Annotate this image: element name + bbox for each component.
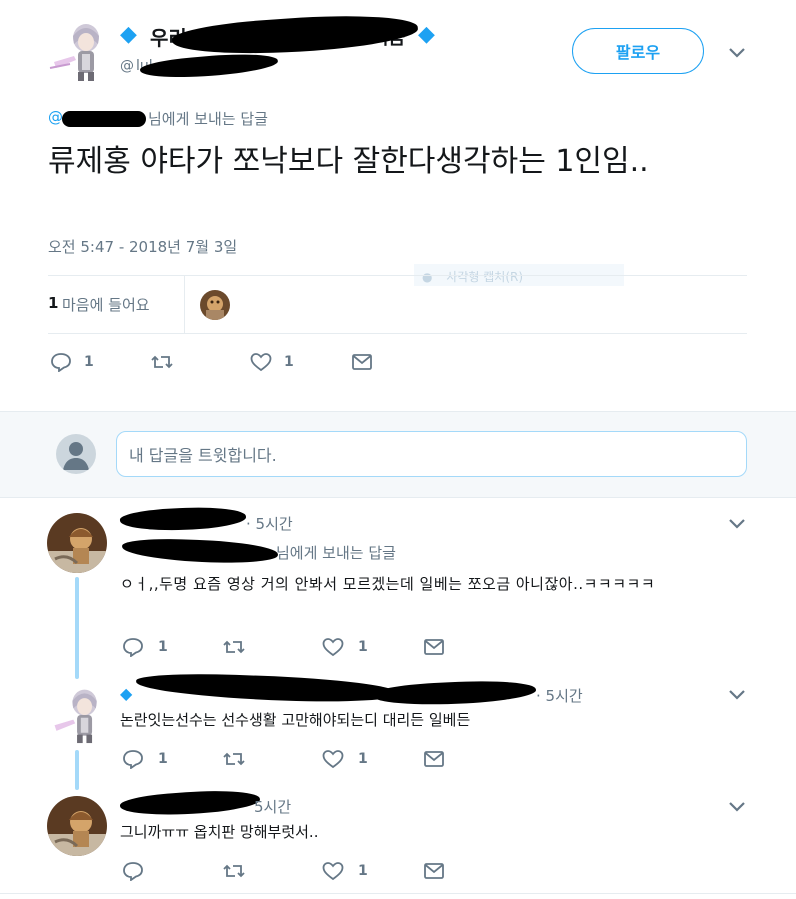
reply-icon (123, 862, 143, 881)
message-button[interactable] (423, 638, 445, 656)
redaction (121, 537, 279, 565)
retweet-button[interactable] (222, 637, 246, 657)
thread-line (75, 750, 79, 790)
chevron-down-icon[interactable] (727, 800, 747, 814)
tweet-timestamp[interactable]: 오전 5:47 - 2018년 7월 3일 (48, 236, 237, 257)
message-icon (424, 863, 444, 879)
divider (48, 275, 747, 276)
reply-text: 논란잇는선수는 선수생활 고만해야되는디 대리든 일베든 (120, 711, 471, 729)
retweet-icon (151, 355, 173, 369)
redaction (119, 787, 261, 819)
gem-icon: ◆ (120, 684, 133, 703)
reply-time[interactable]: · 5시간 (536, 685, 583, 706)
like-button[interactable]: 1 (250, 352, 294, 372)
reply-input[interactable]: 내 답글을 트윗합니다. (116, 431, 747, 477)
reply-button[interactable] (122, 861, 158, 881)
reply-button[interactable]: 1 (122, 637, 168, 657)
reply-to-suffix: 님에게 보내는 답글 (148, 110, 268, 128)
reply-avatar[interactable] (48, 684, 108, 744)
redaction (371, 677, 537, 709)
message-button[interactable] (423, 862, 445, 880)
reply-button[interactable]: 1 (50, 352, 94, 372)
retweet-button[interactable] (222, 861, 246, 881)
reply-text: ㅇㅓ,,두명 요즘 영상 거의 안봐서 모르겠는데 일베는 쪼오금 아니잖아..… (120, 575, 656, 593)
thread-line (75, 577, 79, 679)
divider (0, 893, 796, 894)
heart-count: 1 (284, 354, 294, 370)
reply-button[interactable]: 1 (122, 749, 168, 769)
like-button[interactable]: 1 (322, 637, 368, 657)
reply-input-placeholder: 내 답글을 트윗합니다. (129, 446, 277, 465)
follow-button[interactable]: 팔로우 (572, 28, 704, 74)
tooltip-label: 사각형 캡처(R) (446, 270, 524, 284)
tweet-text: 류제홍 야타가 쪼낙보다 잘한다생각하는 1인임.. (48, 144, 649, 179)
divider-vertical (184, 276, 185, 333)
redaction (139, 50, 279, 82)
redaction (135, 671, 399, 705)
author-handle-prefix: @ (120, 58, 134, 74)
reply-text: 그니까ㅠㅠ 옵치판 망해부럿서.. (120, 823, 319, 841)
redaction (119, 504, 247, 534)
retweet-button[interactable] (150, 352, 174, 372)
divider (48, 333, 747, 334)
chevron-down-icon[interactable] (727, 46, 747, 60)
reply-time[interactable]: 5시간 (254, 796, 291, 817)
heart-icon (322, 750, 344, 769)
message-button[interactable] (351, 353, 373, 371)
gem-icon: ◆ (120, 22, 137, 47)
reply-avatar[interactable] (47, 796, 107, 856)
reply-count: 1 (84, 354, 94, 370)
heart-icon (250, 353, 272, 372)
likes-count[interactable]: 1 (48, 294, 58, 312)
reply-count: 1 (158, 751, 168, 767)
reply-time[interactable]: · 5시간 (246, 513, 293, 534)
reply-to-handle[interactable]: @ (48, 108, 63, 126)
retweet-icon (223, 752, 245, 766)
chevron-down-icon[interactable] (727, 688, 747, 702)
reply-to-suffix: 님에게 보내는 답글 (276, 544, 396, 562)
heart-icon (322, 638, 344, 657)
heart-count: 1 (358, 751, 368, 767)
like-button[interactable]: 1 (322, 749, 368, 769)
tooltip-dot-icon: ● (422, 270, 433, 284)
message-button[interactable] (423, 750, 445, 768)
reply-icon (123, 638, 143, 657)
message-icon (424, 751, 444, 767)
reply-count: 1 (158, 639, 168, 655)
redaction (171, 9, 419, 61)
retweet-icon (223, 640, 245, 654)
liker-avatar[interactable] (200, 290, 230, 320)
retweet-button[interactable] (222, 749, 246, 769)
message-icon (352, 354, 372, 370)
author-avatar[interactable] (48, 18, 110, 82)
heart-count: 1 (358, 863, 368, 879)
like-button[interactable]: 1 (322, 861, 368, 881)
heart-count: 1 (358, 639, 368, 655)
redaction (62, 111, 146, 127)
reply-icon (123, 750, 143, 769)
chevron-down-icon[interactable] (727, 517, 747, 531)
reply-icon (51, 353, 71, 372)
default-avatar-icon (56, 434, 96, 474)
reply-avatar[interactable] (47, 513, 107, 573)
message-icon (424, 639, 444, 655)
heart-icon (322, 862, 344, 881)
gem-icon: ◆ (418, 22, 435, 47)
likes-label[interactable]: 마음에 들어요 (62, 294, 150, 315)
retweet-icon (223, 864, 245, 878)
